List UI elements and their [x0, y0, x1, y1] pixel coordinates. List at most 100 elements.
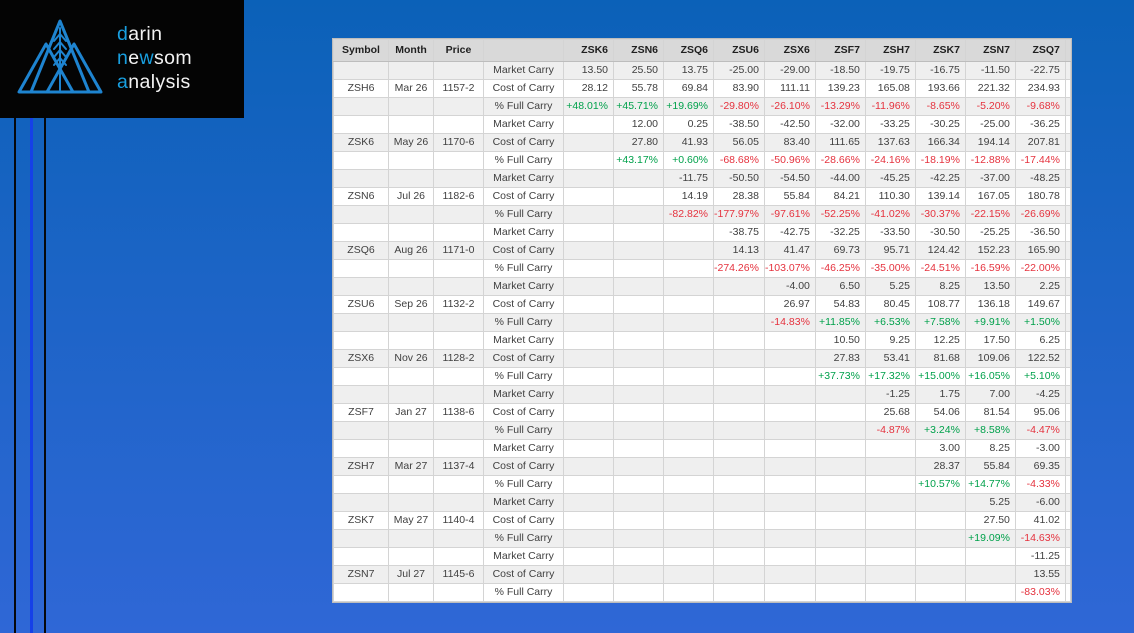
pct-value-cell: -103.07% [763, 259, 816, 278]
symbol-cell [333, 529, 389, 548]
carry-value-cell [563, 439, 614, 458]
month-cell: May 27 [388, 511, 434, 530]
carry-value-cell: 234.93 [1014, 79, 1066, 98]
price-cell: 1138-6 [433, 403, 484, 422]
carry-value-cell: 8.25 [914, 277, 966, 296]
logo-accent-letter: a [117, 71, 129, 93]
pct-value-cell: +43.17% [613, 151, 664, 170]
carry-value-cell [713, 511, 765, 530]
pct-value-cell [663, 583, 714, 602]
spacer-cell [1064, 151, 1071, 170]
table-row-zsh6-pct: % Full Carry +48.01% +45.71% +19.69% -29.80%… [333, 97, 1071, 116]
pct-value-cell [713, 421, 765, 440]
carry-value-cell: -33.25 [864, 115, 916, 134]
carry-value-cell: 69.35 [1014, 457, 1066, 476]
pct-value-cell: -18.19% [914, 151, 966, 170]
pct-value-cell [663, 313, 714, 332]
carry-value-cell: 54.06 [914, 403, 966, 422]
pct-value-cell: -8.65% [914, 97, 966, 116]
pct-value-cell [763, 529, 816, 548]
carry-value-cell [663, 241, 714, 260]
table-row-zsu6-cost: ZSU6 Sep 26 1132-2 Cost of Carry 26.97 54.83 8… [333, 295, 1071, 314]
pct-value-cell [663, 475, 714, 494]
logo-accent-letter: w [139, 47, 154, 69]
row-label: Cost of Carry [483, 133, 564, 152]
carry-value-cell [864, 547, 916, 566]
carry-value-cell: 80.45 [864, 295, 916, 314]
row-label: Market Carry [483, 277, 564, 296]
price-cell [433, 547, 484, 566]
pct-value-cell: +3.24% [914, 421, 966, 440]
symbol-cell [333, 439, 389, 458]
pct-value-cell: -30.37% [914, 205, 966, 224]
table-row-zsf7-cost: ZSF7 Jan 27 1138-6 Cost of Carry 25.68 54.06 8… [333, 403, 1071, 422]
spacer-cell [1064, 187, 1071, 206]
spacer-cell [1064, 367, 1071, 386]
carry-value-cell [763, 331, 816, 350]
logo-letter: som [153, 47, 193, 69]
carry-value-cell: 13.50 [964, 277, 1016, 296]
row-label: Cost of Carry [483, 457, 564, 476]
carry-value-cell: -18.50 [814, 61, 866, 80]
row-label: % Full Carry [483, 151, 564, 170]
symbol-cell [333, 115, 389, 134]
price-cell: 1140-4 [433, 511, 484, 530]
mountains-wheat-logo-icon [17, 19, 103, 94]
pct-value-cell [864, 475, 916, 494]
symbol-cell: ZSX6 [333, 349, 389, 368]
price-cell [433, 223, 484, 242]
table-row-zsu6-pct: % Full Carry -14.83% +11.85% +6.53% +7.58% +9… [333, 313, 1071, 332]
price-cell [433, 493, 484, 512]
symbol-cell [333, 475, 389, 494]
carry-value-cell: 28.37 [914, 457, 966, 476]
table-row-zsn6-cost: ZSN6 Jul 26 1182-6 Cost of Carry 14.19 28.38 5… [333, 187, 1071, 206]
pct-value-cell: +8.58% [964, 421, 1016, 440]
carry-value-cell: -30.50 [914, 223, 966, 242]
pct-value-cell [663, 367, 714, 386]
carry-value-cell: 221.32 [964, 79, 1016, 98]
table-row-zsh7-market: Market Carry 3.00 8.25 -3.00 [333, 439, 1071, 458]
spacer-cell [1064, 583, 1071, 602]
symbol-cell [333, 151, 389, 170]
carry-value-cell: 55.78 [613, 79, 664, 98]
pct-value-cell: -5.20% [964, 97, 1016, 116]
carry-value-cell [864, 511, 916, 530]
carry-value-cell: -37.00 [964, 169, 1016, 188]
pct-value-cell [914, 529, 966, 548]
column-header-zsf7: ZSF7 [814, 39, 866, 62]
pct-value-cell: +6.53% [864, 313, 916, 332]
pct-value-cell: -22.00% [1014, 259, 1066, 278]
carry-value-cell [613, 187, 664, 206]
carry-value-cell: 27.50 [964, 511, 1016, 530]
symbol-cell [333, 421, 389, 440]
pct-value-cell: +19.69% [663, 97, 714, 116]
row-label: Market Carry [483, 439, 564, 458]
carry-value-cell: 6.25 [1014, 331, 1066, 350]
pct-value-cell: -24.51% [914, 259, 966, 278]
carry-value-cell [814, 493, 866, 512]
row-label: Market Carry [483, 385, 564, 404]
pct-value-cell: -41.02% [864, 205, 916, 224]
carry-value-cell: 149.67 [1014, 295, 1066, 314]
carry-value-cell [713, 277, 765, 296]
table-row-zsn7-pct: % Full Carry -83.03% [333, 583, 1071, 602]
carry-value-cell: 5.25 [964, 493, 1016, 512]
spacer-cell [1064, 223, 1071, 242]
pct-value-cell [613, 205, 664, 224]
carry-value-cell: 8.25 [964, 439, 1016, 458]
carry-value-cell: -33.50 [864, 223, 916, 242]
month-cell [388, 367, 434, 386]
carry-value-cell: 5.25 [864, 277, 916, 296]
carry-value-cell [613, 241, 664, 260]
carry-value-cell: 165.90 [1014, 241, 1066, 260]
carry-value-cell [663, 295, 714, 314]
spacer-cell [1064, 349, 1071, 368]
symbol-cell [333, 367, 389, 386]
pct-value-cell: -24.16% [864, 151, 916, 170]
price-cell: 1137-4 [433, 457, 484, 476]
pct-value-cell: +0.60% [663, 151, 714, 170]
table-row-zsq6-pct: % Full Carry -274.26% -103.07% -46.25% -35.0… [333, 259, 1071, 278]
row-label: Cost of Carry [483, 187, 564, 206]
carry-value-cell: 139.14 [914, 187, 966, 206]
row-label: Cost of Carry [483, 403, 564, 422]
